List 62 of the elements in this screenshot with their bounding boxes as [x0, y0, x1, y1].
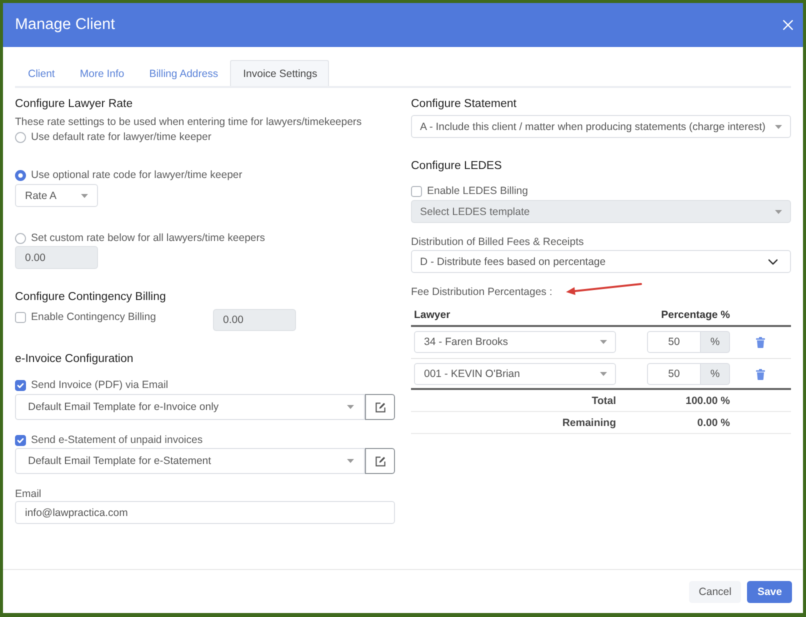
summary-value: 100.00 %: [686, 394, 730, 406]
caret-icon: [347, 459, 354, 463]
radio-button[interactable]: [15, 132, 26, 142]
checkbox[interactable]: [15, 380, 26, 390]
checkbox-label: Send Invoice (PDF) via Email: [31, 378, 168, 392]
section-heading: e-Invoice Configuration: [15, 352, 134, 366]
statement-select[interactable]: A - Include this client / matter when producing statements (charge interest): [411, 115, 791, 138]
section-heading: Configure Lawyer Rate: [15, 97, 133, 111]
caret-icon: [81, 194, 88, 198]
checkbox-label: Enable LEDES Billing: [427, 184, 528, 198]
section-heading: Configure Statement: [411, 97, 516, 111]
edit-template-button[interactable]: [365, 448, 395, 474]
tab[interactable]: More Info: [66, 60, 136, 86]
unit-addon: %: [701, 331, 730, 353]
unit-addon: %: [701, 363, 730, 385]
column-header: Percentage %: [661, 308, 730, 322]
email-template-select[interactable]: Default Email Template for e-Statement: [15, 448, 365, 474]
tab[interactable]: Client: [15, 60, 67, 86]
lawyer-select[interactable]: 001 - KEVIN O'Brian: [414, 363, 616, 385]
caret-icon: [775, 210, 782, 214]
tab[interactable]: Billing Address: [136, 60, 230, 86]
edit-icon: [374, 402, 386, 412]
radio-label: Use optional rate code for lawyer/time keeper: [31, 168, 242, 182]
percentage-input[interactable]: 50: [647, 331, 701, 353]
cancel-button[interactable]: Cancel: [688, 581, 742, 603]
field-label: Fee Distribution Percentages :: [411, 285, 552, 299]
save-button[interactable]: Save: [747, 581, 792, 603]
email-template-select[interactable]: Default Email Template for e-Invoice only: [15, 394, 365, 420]
chevron-down-icon: [768, 258, 778, 264]
checkbox-label: Send e-Statement of unpaid invoices: [31, 433, 203, 447]
field-label: Distribution of Billed Fees & Receipts: [411, 235, 584, 249]
checkbox-label: Enable Contingency Billing: [31, 310, 156, 324]
trash-icon[interactable]: [756, 368, 765, 380]
lawyer-select[interactable]: 34 - Faren Brooks: [414, 331, 616, 353]
edit-template-button[interactable]: [365, 394, 395, 420]
checkbox[interactable]: [15, 312, 26, 322]
radio-label: Set custom rate below for all lawyers/time keepers: [31, 231, 266, 245]
distribution-select[interactable]: D - Distribute fees based on percentage: [411, 250, 791, 273]
radio-button[interactable]: [15, 170, 26, 180]
summary-label: Remaining: [562, 416, 616, 428]
edit-icon: [374, 456, 386, 466]
description-text: These rate settings to be used when entering time for lawyers/timekeepers: [15, 115, 362, 129]
percentage-input[interactable]: 50: [647, 363, 701, 385]
trash-icon[interactable]: [756, 336, 765, 348]
tab[interactable]: Invoice Settings: [230, 60, 330, 86]
rate-select[interactable]: Rate A: [15, 184, 98, 207]
section-heading: Configure LEDES: [411, 159, 502, 173]
caret-icon: [600, 340, 607, 344]
column-header: Lawyer: [414, 308, 450, 322]
checkbox[interactable]: [15, 434, 26, 446]
caret-icon: [347, 405, 354, 409]
email-input[interactable]: info@lawpractica.com: [15, 501, 395, 524]
caret-icon: [600, 372, 607, 376]
close-icon[interactable]: [783, 20, 793, 30]
radio-label: Use default rate for lawyer/time keeper: [31, 130, 212, 144]
dialog-title: Manage Client: [15, 16, 115, 34]
caret-icon: [775, 124, 782, 128]
checkbox[interactable]: [411, 186, 422, 196]
summary-value: 0.00 %: [697, 416, 730, 428]
field-label: Email: [15, 487, 42, 501]
summary-label: Total: [592, 394, 616, 406]
section-heading: Configure Contingency Billing: [15, 290, 166, 304]
